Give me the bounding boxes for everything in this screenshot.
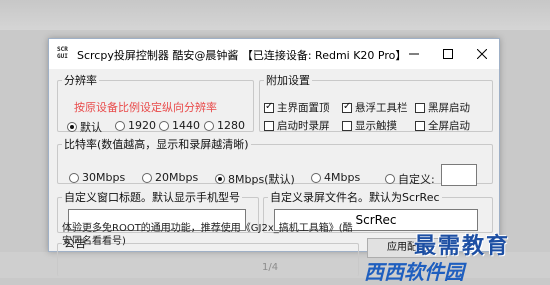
watermark-text: 最需教育 bbox=[414, 233, 511, 259]
bitrate-option-30mbps[interactable]: 30Mbps bbox=[69, 171, 125, 184]
checkbox-unchecked-icon bbox=[264, 120, 274, 131]
background-top bbox=[0, 0, 550, 30]
maximize-icon bbox=[443, 49, 453, 59]
checkbox-record-on-start[interactable]: 启动时录屏 bbox=[264, 118, 330, 133]
bitrate-legend: 比特率(数值越高，显示和录屏越清晰) bbox=[64, 138, 249, 151]
window-title-legend: 自定义窗口标题。默认显示手机型号 bbox=[64, 191, 240, 204]
custom-bitrate-input[interactable] bbox=[441, 164, 477, 186]
radio-checked-icon bbox=[67, 122, 77, 132]
bitrate-option-4mbps[interactable]: 4Mbps bbox=[311, 171, 360, 184]
checkbox-floating-toolbar[interactable]: 悬浮工具栏 bbox=[342, 100, 408, 115]
radio-unchecked-icon bbox=[69, 172, 79, 183]
record-name-legend: 自定义录屏文件名。默认为ScrRec bbox=[270, 191, 440, 204]
resolution-legend: 分辨率 bbox=[64, 74, 97, 87]
bitrate-option-20mbps[interactable]: 20Mbps bbox=[142, 171, 198, 184]
bottom-logo: 西西软件园 bbox=[364, 260, 464, 284]
radio-unchecked-icon bbox=[159, 120, 169, 131]
scrcpy-gui-icon: SCR GUI bbox=[57, 46, 68, 60]
title-bar[interactable]: SCR GUI Scrcpy投屏控制器 酷安@晨钟酱 【已连接设备: Redmi … bbox=[49, 39, 499, 69]
resolution-option-default[interactable]: 默认 bbox=[67, 119, 102, 135]
checkbox-checked-icon bbox=[264, 101, 274, 113]
checkbox-unchecked-icon bbox=[342, 120, 352, 131]
checkbox-checked-icon bbox=[342, 101, 352, 113]
checkbox-unchecked-icon bbox=[415, 120, 425, 131]
radio-unchecked-icon bbox=[142, 172, 152, 183]
checkbox-fullscreen-start[interactable]: 全屏启动 bbox=[415, 118, 470, 133]
checkbox-show-touches[interactable]: 显示触摸 bbox=[342, 118, 397, 133]
bitrate-option-custom[interactable]: 自定义: bbox=[385, 171, 435, 187]
extras-legend: 附加设置 bbox=[266, 74, 310, 87]
checkbox-black-screen-start[interactable]: 黑屏启动 bbox=[415, 100, 470, 115]
resolution-option-1440[interactable]: 1440 bbox=[159, 119, 200, 132]
bitrate-group: 比特率(数值越高，显示和录屏越清晰) 30Mbps 20Mbps 8Mbps(默… bbox=[57, 136, 493, 187]
resolution-option-1280[interactable]: 1280 bbox=[204, 119, 245, 132]
radio-unchecked-icon bbox=[115, 120, 125, 131]
bitrate-option-8mbps[interactable]: 8Mbps(默认) bbox=[215, 171, 295, 187]
minimize-button[interactable] bbox=[397, 39, 431, 69]
resolution-option-1920[interactable]: 1920 bbox=[115, 119, 156, 132]
radio-unchecked-icon bbox=[385, 174, 395, 184]
window-title: Scrcpy投屏控制器 酷安@晨钟酱 【已连接设备: Redmi K20 Pro… bbox=[77, 49, 407, 62]
radio-unchecked-icon bbox=[204, 120, 214, 131]
close-icon bbox=[477, 49, 487, 59]
resolution-hint: 按原设备比例设定纵向分辨率 bbox=[74, 101, 217, 114]
minimize-icon bbox=[409, 53, 419, 55]
close-button[interactable] bbox=[465, 39, 499, 69]
resolution-group: 分辨率 按原设备比例设定纵向分辨率 默认 1920 1440 1280 bbox=[57, 72, 254, 135]
radio-unchecked-icon bbox=[311, 172, 321, 183]
maximize-button[interactable] bbox=[431, 39, 465, 69]
extras-group: 附加设置 主界面置顶 悬浮工具栏 黑屏启动 启动时录屏 显示触摸 全屏启动 bbox=[259, 72, 493, 132]
radio-checked-icon bbox=[215, 174, 225, 184]
checkbox-unchecked-icon bbox=[415, 102, 425, 113]
checkbox-always-on-top[interactable]: 主界面置顶 bbox=[264, 100, 330, 115]
announcement-text: 体验更多免ROOT的通用功能，推荐使用《GJ2x_搞机工具箱》(酷安同名看看号) bbox=[62, 223, 353, 247]
main-window: SCR GUI Scrcpy投屏控制器 酷安@晨钟酱 【已连接设备: Redmi … bbox=[48, 38, 500, 276]
